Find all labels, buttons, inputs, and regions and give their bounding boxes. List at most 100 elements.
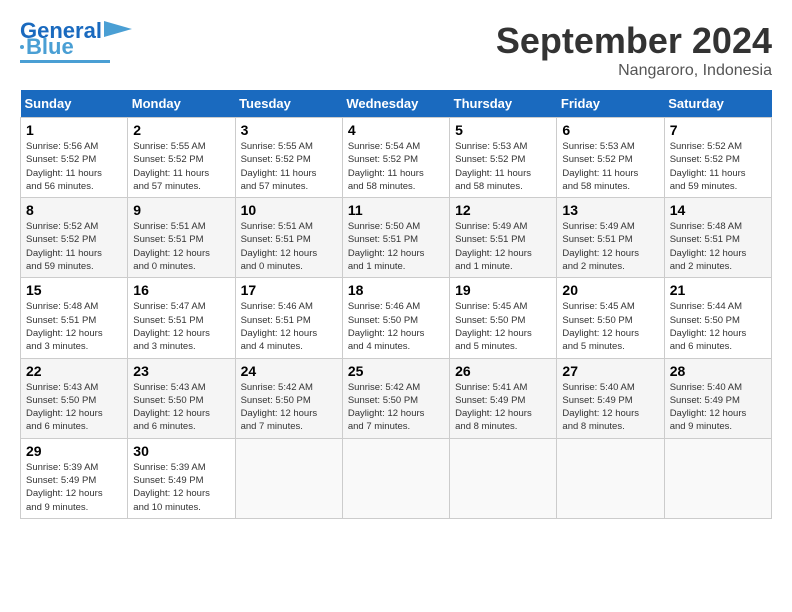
day-info: Sunrise: 5:45 AM Sunset: 5:50 PM Dayligh… <box>455 300 551 353</box>
day-info: Sunrise: 5:51 AM Sunset: 5:51 PM Dayligh… <box>133 220 229 273</box>
calendar-table: SundayMondayTuesdayWednesdayThursdayFrid… <box>20 90 772 519</box>
calendar-cell: 10 Sunrise: 5:51 AM Sunset: 5:51 PM Dayli… <box>235 198 342 278</box>
calendar-cell: 9 Sunrise: 5:51 AM Sunset: 5:51 PM Daylig… <box>128 198 235 278</box>
day-info: Sunrise: 5:52 AM Sunset: 5:52 PM Dayligh… <box>26 220 122 273</box>
day-info: Sunrise: 5:43 AM Sunset: 5:50 PM Dayligh… <box>26 381 122 434</box>
day-info: Sunrise: 5:42 AM Sunset: 5:50 PM Dayligh… <box>348 381 444 434</box>
calendar-cell: 8 Sunrise: 5:52 AM Sunset: 5:52 PM Daylig… <box>21 198 128 278</box>
weekday-header-sunday: Sunday <box>21 90 128 118</box>
day-number: 28 <box>670 363 766 379</box>
calendar-cell <box>450 438 557 518</box>
day-number: 7 <box>670 122 766 138</box>
day-info: Sunrise: 5:48 AM Sunset: 5:51 PM Dayligh… <box>670 220 766 273</box>
month-title: September 2024 <box>496 20 772 62</box>
calendar-cell: 27 Sunrise: 5:40 AM Sunset: 5:49 PM Dayli… <box>557 358 664 438</box>
day-info: Sunrise: 5:40 AM Sunset: 5:49 PM Dayligh… <box>670 381 766 434</box>
day-number: 25 <box>348 363 444 379</box>
day-number: 12 <box>455 202 551 218</box>
calendar-cell: 2 Sunrise: 5:55 AM Sunset: 5:52 PM Daylig… <box>128 118 235 198</box>
calendar-cell: 21 Sunrise: 5:44 AM Sunset: 5:50 PM Dayli… <box>664 278 771 358</box>
logo: General Blue <box>20 20 132 63</box>
day-info: Sunrise: 5:53 AM Sunset: 5:52 PM Dayligh… <box>562 140 658 193</box>
day-number: 9 <box>133 202 229 218</box>
calendar-cell: 14 Sunrise: 5:48 AM Sunset: 5:51 PM Dayli… <box>664 198 771 278</box>
calendar-cell: 30 Sunrise: 5:39 AM Sunset: 5:49 PM Dayli… <box>128 438 235 518</box>
day-number: 5 <box>455 122 551 138</box>
calendar-cell: 18 Sunrise: 5:46 AM Sunset: 5:50 PM Dayli… <box>342 278 449 358</box>
weekday-header-monday: Monday <box>128 90 235 118</box>
day-info: Sunrise: 5:40 AM Sunset: 5:49 PM Dayligh… <box>562 381 658 434</box>
day-number: 19 <box>455 282 551 298</box>
day-info: Sunrise: 5:53 AM Sunset: 5:52 PM Dayligh… <box>455 140 551 193</box>
day-number: 17 <box>241 282 337 298</box>
day-info: Sunrise: 5:52 AM Sunset: 5:52 PM Dayligh… <box>670 140 766 193</box>
day-number: 10 <box>241 202 337 218</box>
calendar-cell: 25 Sunrise: 5:42 AM Sunset: 5:50 PM Dayli… <box>342 358 449 438</box>
day-number: 3 <box>241 122 337 138</box>
calendar-cell <box>557 438 664 518</box>
day-info: Sunrise: 5:51 AM Sunset: 5:51 PM Dayligh… <box>241 220 337 273</box>
calendar-cell: 29 Sunrise: 5:39 AM Sunset: 5:49 PM Dayli… <box>21 438 128 518</box>
day-info: Sunrise: 5:45 AM Sunset: 5:50 PM Dayligh… <box>562 300 658 353</box>
day-number: 30 <box>133 443 229 459</box>
day-info: Sunrise: 5:39 AM Sunset: 5:49 PM Dayligh… <box>133 461 229 514</box>
calendar-cell: 22 Sunrise: 5:43 AM Sunset: 5:50 PM Dayli… <box>21 358 128 438</box>
day-info: Sunrise: 5:46 AM Sunset: 5:51 PM Dayligh… <box>241 300 337 353</box>
day-number: 6 <box>562 122 658 138</box>
day-number: 21 <box>670 282 766 298</box>
calendar-cell: 12 Sunrise: 5:49 AM Sunset: 5:51 PM Dayli… <box>450 198 557 278</box>
day-number: 26 <box>455 363 551 379</box>
day-info: Sunrise: 5:55 AM Sunset: 5:52 PM Dayligh… <box>133 140 229 193</box>
day-number: 23 <box>133 363 229 379</box>
weekday-header-wednesday: Wednesday <box>342 90 449 118</box>
day-info: Sunrise: 5:50 AM Sunset: 5:51 PM Dayligh… <box>348 220 444 273</box>
day-info: Sunrise: 5:56 AM Sunset: 5:52 PM Dayligh… <box>26 140 122 193</box>
day-number: 27 <box>562 363 658 379</box>
weekday-header-tuesday: Tuesday <box>235 90 342 118</box>
day-number: 29 <box>26 443 122 459</box>
day-number: 8 <box>26 202 122 218</box>
title-area: September 2024 Nangaroro, Indonesia <box>496 20 772 80</box>
day-info: Sunrise: 5:39 AM Sunset: 5:49 PM Dayligh… <box>26 461 122 514</box>
day-number: 14 <box>670 202 766 218</box>
calendar-cell: 26 Sunrise: 5:41 AM Sunset: 5:49 PM Dayli… <box>450 358 557 438</box>
day-info: Sunrise: 5:46 AM Sunset: 5:50 PM Dayligh… <box>348 300 444 353</box>
day-info: Sunrise: 5:55 AM Sunset: 5:52 PM Dayligh… <box>241 140 337 193</box>
day-number: 18 <box>348 282 444 298</box>
calendar-cell: 1 Sunrise: 5:56 AM Sunset: 5:52 PM Daylig… <box>21 118 128 198</box>
day-info: Sunrise: 5:48 AM Sunset: 5:51 PM Dayligh… <box>26 300 122 353</box>
calendar-cell: 13 Sunrise: 5:49 AM Sunset: 5:51 PM Dayli… <box>557 198 664 278</box>
calendar-cell: 4 Sunrise: 5:54 AM Sunset: 5:52 PM Daylig… <box>342 118 449 198</box>
day-info: Sunrise: 5:44 AM Sunset: 5:50 PM Dayligh… <box>670 300 766 353</box>
day-number: 22 <box>26 363 122 379</box>
day-number: 4 <box>348 122 444 138</box>
day-info: Sunrise: 5:47 AM Sunset: 5:51 PM Dayligh… <box>133 300 229 353</box>
calendar-cell: 3 Sunrise: 5:55 AM Sunset: 5:52 PM Daylig… <box>235 118 342 198</box>
calendar-cell: 28 Sunrise: 5:40 AM Sunset: 5:49 PM Dayli… <box>664 358 771 438</box>
weekday-header-friday: Friday <box>557 90 664 118</box>
calendar-cell: 16 Sunrise: 5:47 AM Sunset: 5:51 PM Dayli… <box>128 278 235 358</box>
calendar-cell: 23Sunrise: 5:43 AM Sunset: 5:50 PM Dayli… <box>128 358 235 438</box>
day-info: Sunrise: 5:49 AM Sunset: 5:51 PM Dayligh… <box>455 220 551 273</box>
day-info: Sunrise: 5:54 AM Sunset: 5:52 PM Dayligh… <box>348 140 444 193</box>
calendar-cell <box>235 438 342 518</box>
calendar-cell: 20Sunrise: 5:45 AM Sunset: 5:50 PM Dayli… <box>557 278 664 358</box>
weekday-header-saturday: Saturday <box>664 90 771 118</box>
day-info: Sunrise: 5:41 AM Sunset: 5:49 PM Dayligh… <box>455 381 551 434</box>
location-subtitle: Nangaroro, Indonesia <box>496 62 772 80</box>
day-number: 15 <box>26 282 122 298</box>
day-number: 24 <box>241 363 337 379</box>
calendar-cell <box>342 438 449 518</box>
calendar-cell: 7 Sunrise: 5:52 AM Sunset: 5:52 PM Daylig… <box>664 118 771 198</box>
day-number: 16 <box>133 282 229 298</box>
logo-icon <box>104 17 132 41</box>
day-number: 13 <box>562 202 658 218</box>
day-info: Sunrise: 5:49 AM Sunset: 5:51 PM Dayligh… <box>562 220 658 273</box>
calendar-cell: 5 Sunrise: 5:53 AM Sunset: 5:52 PM Daylig… <box>450 118 557 198</box>
day-number: 2 <box>133 122 229 138</box>
calendar-cell: 11Sunrise: 5:50 AM Sunset: 5:51 PM Dayli… <box>342 198 449 278</box>
calendar-cell: 19 Sunrise: 5:45 AM Sunset: 5:50 PM Dayli… <box>450 278 557 358</box>
page-header: General Blue September 2024 Nangaroro, I… <box>20 20 772 80</box>
calendar-cell: 15 Sunrise: 5:48 AM Sunset: 5:51 PM Dayli… <box>21 278 128 358</box>
day-number: 1 <box>26 122 122 138</box>
